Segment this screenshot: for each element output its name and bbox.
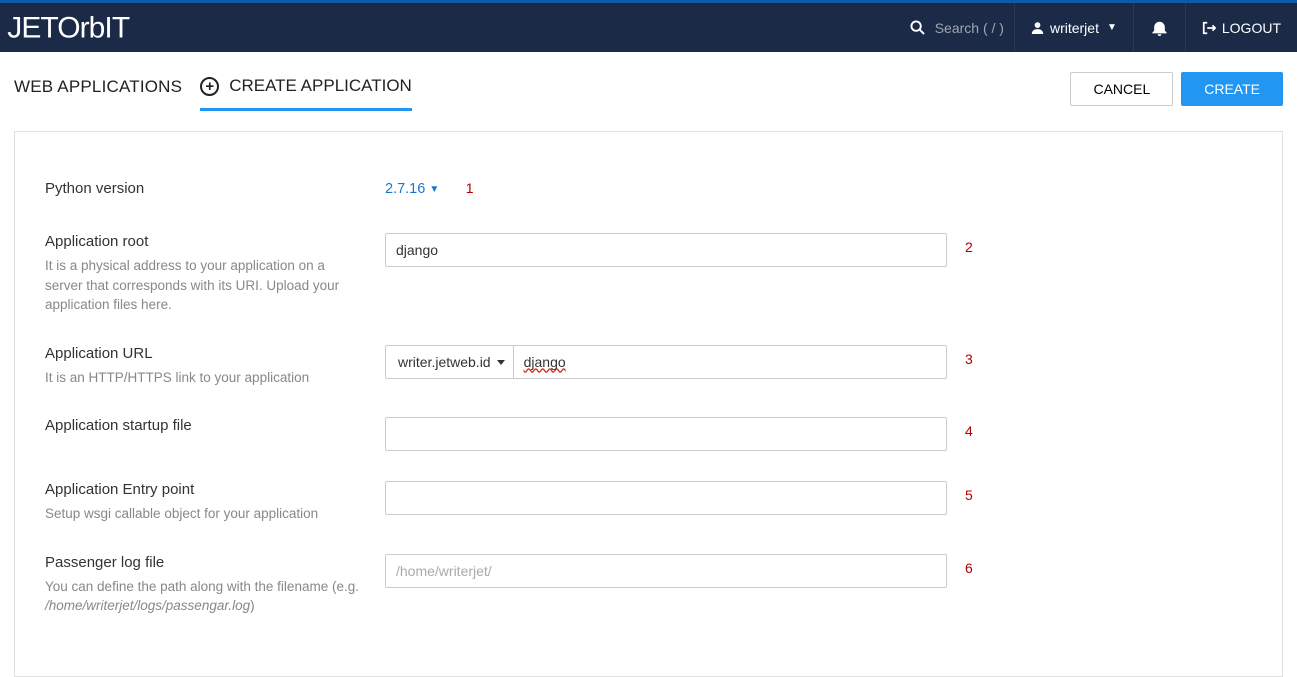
- brand-logo: JETOrbIT: [0, 13, 206, 43]
- svg-text:JETOrbIT: JETOrbIT: [7, 13, 130, 43]
- hint-logfile: You can define the path along with the f…: [45, 577, 365, 616]
- label-app-url: Application URL: [45, 345, 365, 362]
- caret-down-icon: ▼: [429, 184, 439, 195]
- hint-app-root: It is a physical address to your applica…: [45, 256, 365, 315]
- annotation-4: 4: [965, 423, 973, 439]
- create-application-tab[interactable]: + CREATE APPLICATION: [200, 66, 412, 111]
- username-label: writerjet: [1050, 20, 1099, 36]
- label-python-version: Python version: [45, 180, 365, 197]
- annotation-3: 3: [965, 351, 973, 367]
- tab-label: CREATE APPLICATION: [229, 76, 412, 96]
- logout-icon: [1202, 21, 1216, 35]
- form-card: Python version 2.7.16 ▼ 1 Application ro…: [14, 131, 1283, 677]
- cancel-button[interactable]: CANCEL: [1070, 72, 1173, 106]
- python-version-value: 2.7.16: [385, 181, 425, 197]
- row-python-version: Python version 2.7.16 ▼ 1: [45, 180, 1252, 203]
- annotation-5: 5: [965, 487, 973, 503]
- hint-entry: Setup wsgi callable object for your appl…: [45, 504, 365, 524]
- label-app-root: Application root: [45, 233, 365, 250]
- annotation-2: 2: [965, 239, 973, 255]
- plus-circle-icon: +: [200, 77, 219, 96]
- user-icon: [1031, 21, 1044, 34]
- caret-down-icon: ▼: [1107, 22, 1117, 33]
- create-button[interactable]: CREATE: [1181, 72, 1283, 106]
- notifications-button[interactable]: [1133, 3, 1185, 52]
- app-url-path-value: django: [524, 354, 566, 370]
- row-startup-file: Application startup file 4: [45, 417, 1252, 451]
- app-url-domain-dropdown[interactable]: writer.jetweb.id: [385, 345, 513, 379]
- python-version-dropdown[interactable]: 2.7.16 ▼: [385, 181, 439, 197]
- annotation-1: 1: [466, 180, 474, 196]
- app-url-path-input[interactable]: django: [513, 345, 947, 379]
- page-header: WEB APPLICATIONS + CREATE APPLICATION CA…: [0, 52, 1297, 111]
- logout-button[interactable]: LOGOUT: [1185, 3, 1297, 52]
- search-icon: [910, 20, 925, 35]
- hint-app-url: It is an HTTP/HTTPS link to your applica…: [45, 368, 365, 388]
- row-entry-point: Application Entry point Setup wsgi calla…: [45, 481, 1252, 524]
- app-root-input[interactable]: [385, 233, 947, 267]
- label-startup: Application startup file: [45, 417, 365, 434]
- user-menu[interactable]: writerjet ▼: [1014, 3, 1133, 52]
- top-navbar: JETOrbIT Search ( / ) writerjet ▼ LOGOUT: [0, 0, 1297, 52]
- global-search[interactable]: Search ( / ): [900, 20, 1014, 36]
- label-logfile: Passenger log file: [45, 554, 365, 571]
- row-app-root: Application root It is a physical addres…: [45, 233, 1252, 315]
- entry-point-input[interactable]: [385, 481, 947, 515]
- logout-label: LOGOUT: [1222, 20, 1281, 36]
- breadcrumb[interactable]: WEB APPLICATIONS: [14, 67, 200, 111]
- startup-file-input[interactable]: [385, 417, 947, 451]
- label-entry: Application Entry point: [45, 481, 365, 498]
- annotation-6: 6: [965, 560, 973, 576]
- row-log-file: Passenger log file You can define the pa…: [45, 554, 1252, 616]
- search-placeholder: Search ( / ): [935, 20, 1004, 36]
- log-file-input[interactable]: [385, 554, 947, 588]
- bell-icon: [1152, 20, 1167, 36]
- domain-value: writer.jetweb.id: [398, 354, 491, 370]
- row-app-url: Application URL It is an HTTP/HTTPS link…: [45, 345, 1252, 388]
